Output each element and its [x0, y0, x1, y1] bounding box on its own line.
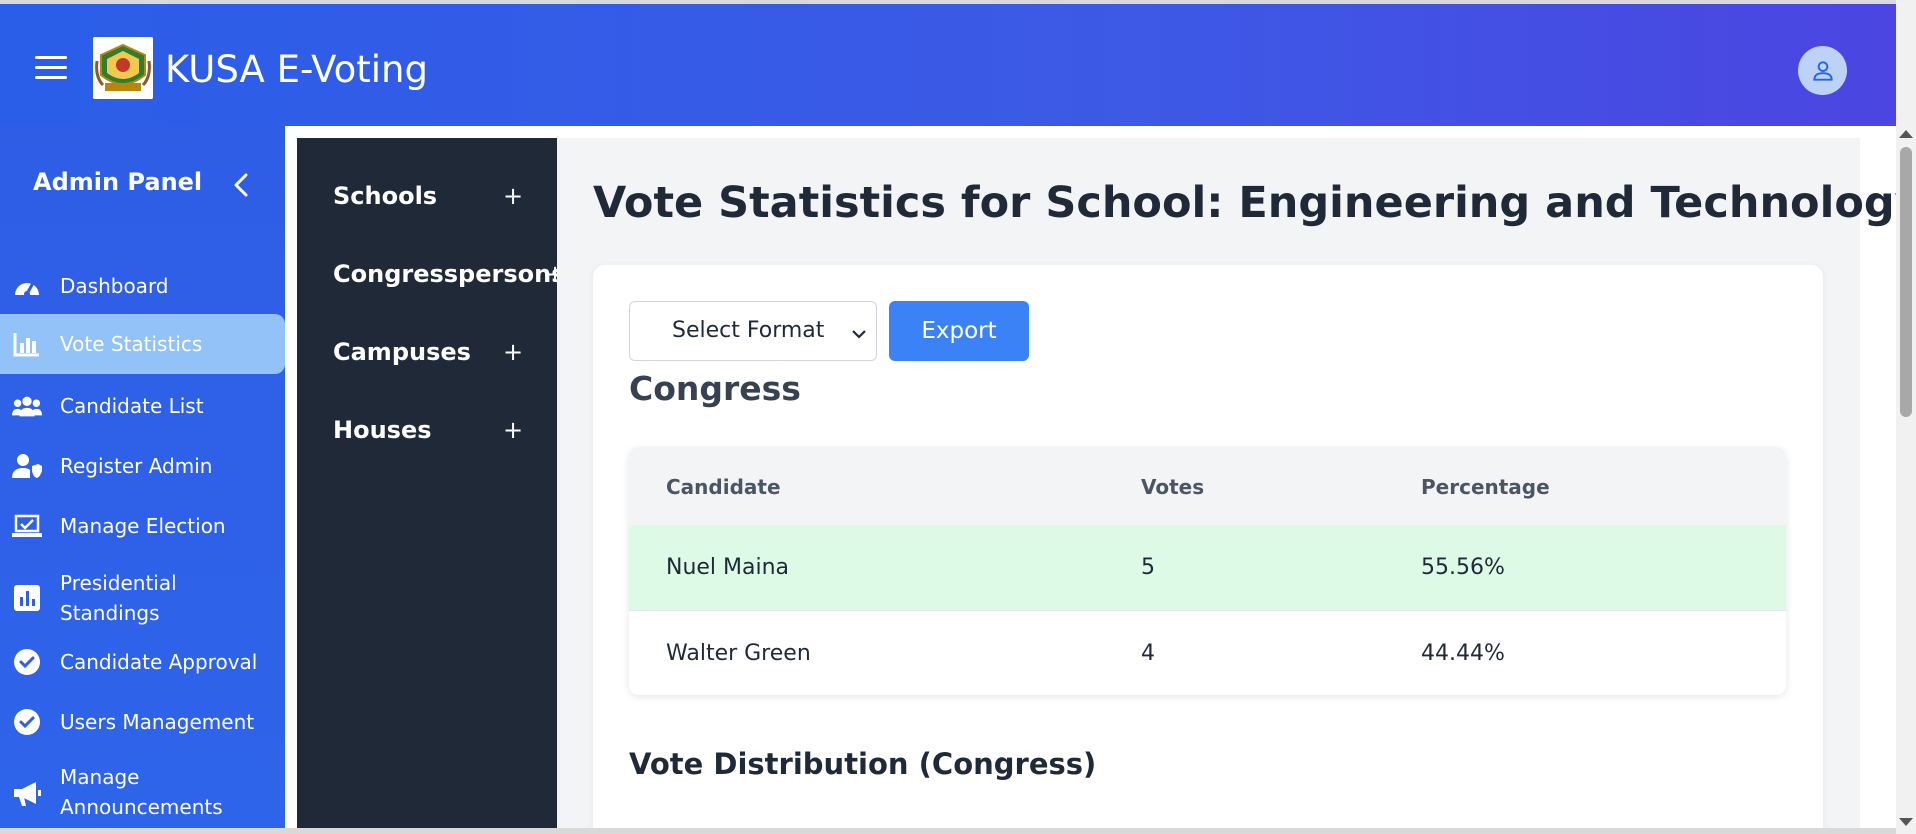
check-circle-icon	[12, 647, 42, 677]
sidebar-item-label: Manage Election	[60, 514, 226, 538]
submenu-item-campuses[interactable]: Campuses +	[333, 334, 548, 374]
table-row: Walter Green 4 44.44%	[629, 610, 1786, 695]
user-icon	[1812, 60, 1833, 81]
submenu-item-congresspersons[interactable]: Congresspersons +	[333, 256, 566, 296]
statistics-card: Select Format Export Congress Candidate …	[593, 265, 1823, 834]
app-title: KUSA E-Voting	[165, 48, 428, 91]
submenu-item-houses[interactable]: Houses +	[333, 412, 548, 452]
table-row: Nuel Maina 5 55.56%	[629, 525, 1786, 610]
user-avatar[interactable]	[1798, 46, 1847, 95]
sidebar-item-label-line1: Presidential	[60, 571, 177, 595]
sidebar-item-presidential-standings[interactable]: Presidential Standings	[0, 566, 285, 630]
sidebar-item-label: Dashboard	[60, 274, 169, 298]
app-window: KUSA E-Voting Admin Panel Dashboard Vote…	[0, 0, 1916, 834]
scrollbar-thumb[interactable]	[1900, 147, 1912, 417]
export-button[interactable]: Export	[889, 301, 1029, 361]
sidebar-item-manage-election[interactable]: Manage Election	[0, 508, 285, 544]
collapse-sidebar-button[interactable]	[229, 170, 253, 200]
top-header: KUSA E-Voting	[0, 0, 1896, 126]
main-content: Vote Statistics for School: Engineering …	[557, 138, 1916, 834]
column-header-percentage: Percentage	[1421, 475, 1550, 499]
users-icon	[12, 391, 42, 421]
admin-sidebar: Admin Panel Dashboard Vote Statistics Ca…	[0, 126, 285, 834]
laptop-check-icon	[12, 511, 42, 541]
vote-count: 4	[1141, 641, 1155, 666]
submenu-item-label: Congresspersons	[333, 260, 566, 288]
category-submenu: Schools + Congresspersons + Campuses + H…	[297, 138, 566, 834]
expand-plus-icon[interactable]: +	[503, 338, 523, 366]
sidebar-item-manage-announcements[interactable]: Manage Announcements	[0, 760, 285, 824]
sidebar-item-label: Candidate List	[60, 394, 204, 418]
sidebar-item-label: Register Admin	[60, 454, 213, 478]
sidebar-item-label-line2: Announcements	[60, 795, 223, 819]
chart-square-icon	[12, 583, 42, 613]
vote-percentage: 55.56%	[1421, 555, 1505, 580]
sidebar-item-label: Candidate Approval	[60, 650, 258, 674]
vote-count: 5	[1141, 555, 1155, 580]
hamburger-menu-icon[interactable]	[35, 56, 67, 80]
scroll-up-arrow-icon[interactable]	[1899, 130, 1913, 138]
sidebar-item-label-line1: Manage	[60, 765, 140, 789]
sidebar-item-vote-statistics[interactable]: Vote Statistics	[0, 314, 285, 374]
user-shield-icon	[12, 451, 42, 481]
candidate-name: Nuel Maina	[666, 555, 790, 580]
section-heading: Congress	[629, 369, 801, 408]
sidebar-item-label: Vote Statistics	[60, 332, 203, 356]
format-select[interactable]: Select Format	[629, 301, 877, 361]
bar-chart-icon	[12, 329, 42, 359]
chevron-left-icon	[234, 173, 248, 197]
page-scrollbar[interactable]	[1896, 0, 1916, 834]
expand-plus-icon[interactable]: +	[503, 182, 523, 210]
sidebar-item-dashboard[interactable]: Dashboard	[0, 268, 285, 304]
check-circle-icon	[12, 707, 42, 737]
gauge-icon	[12, 271, 42, 301]
sidebar-item-label-line2: Standings	[60, 601, 160, 625]
sidebar-title: Admin Panel	[33, 168, 203, 196]
candidate-name: Walter Green	[666, 641, 811, 666]
expand-plus-icon[interactable]: +	[503, 416, 523, 444]
sidebar-item-candidate-list[interactable]: Candidate List	[0, 388, 285, 424]
page-title: Vote Statistics for School: Engineering …	[593, 178, 1916, 228]
submenu-item-label: Schools	[333, 182, 438, 210]
format-select-value: Select Format	[672, 318, 825, 343]
submenu-item-label: Houses	[333, 416, 432, 444]
sidebar-item-label: Users Management	[60, 710, 255, 734]
distribution-heading: Vote Distribution (Congress)	[629, 747, 1097, 781]
chevron-down-icon	[852, 324, 866, 343]
megaphone-icon	[12, 778, 42, 808]
column-header-votes: Votes	[1141, 475, 1205, 499]
scroll-down-arrow-icon[interactable]	[1899, 818, 1913, 826]
sidebar-item-register-admin[interactable]: Register Admin	[0, 448, 285, 484]
submenu-item-schools[interactable]: Schools +	[333, 178, 548, 218]
submenu-item-label: Campuses	[333, 338, 471, 366]
university-logo	[93, 37, 153, 99]
table-header: Candidate Votes Percentage	[629, 447, 1786, 525]
window-bottom-edge	[0, 828, 1896, 834]
column-header-candidate: Candidate	[666, 475, 781, 499]
sidebar-item-candidate-approval[interactable]: Candidate Approval	[0, 644, 285, 680]
results-table: Candidate Votes Percentage Nuel Maina 5 …	[629, 447, 1786, 695]
sidebar-item-users-management[interactable]: Users Management	[0, 704, 285, 740]
vote-percentage: 44.44%	[1421, 641, 1505, 666]
